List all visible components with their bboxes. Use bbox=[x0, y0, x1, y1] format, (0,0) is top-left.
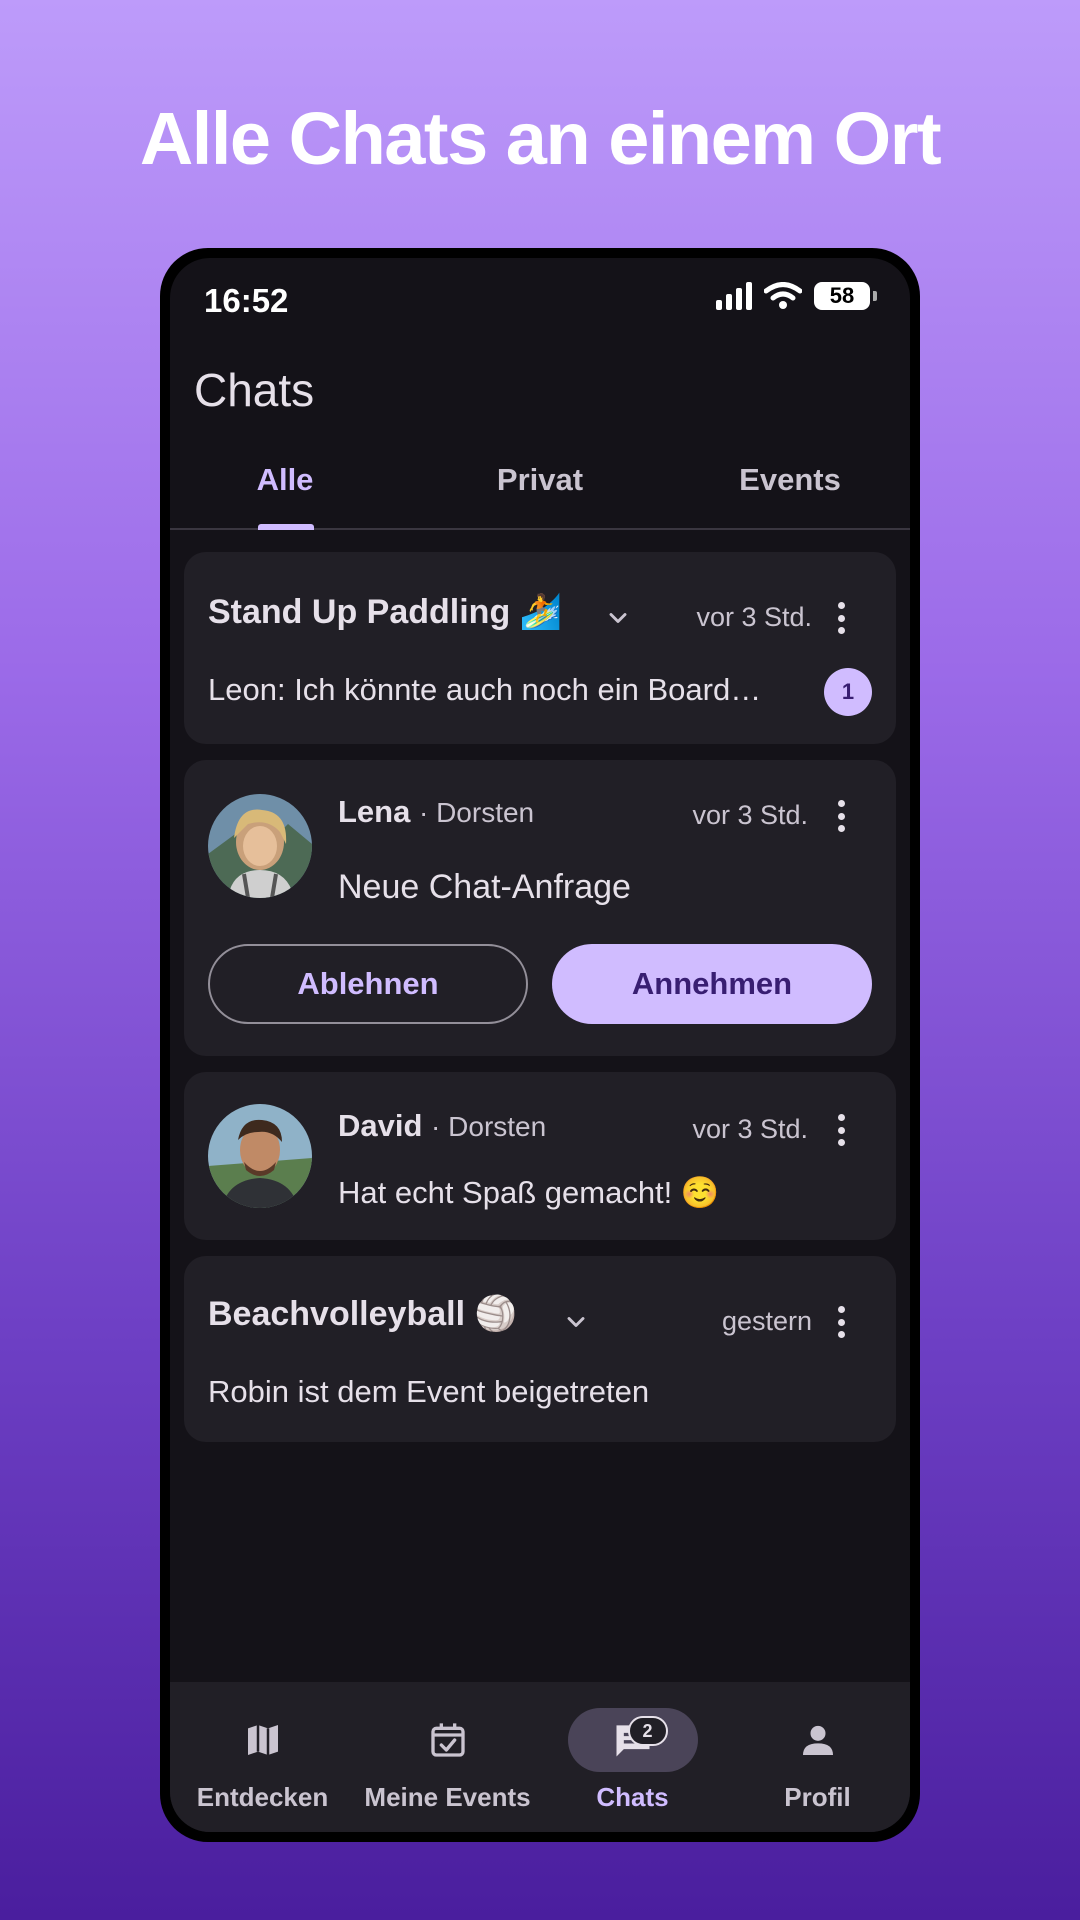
accept-button[interactable]: Annehmen bbox=[552, 944, 872, 1024]
status-icons: 58 bbox=[716, 282, 877, 310]
nav-profil[interactable]: Profil bbox=[725, 1682, 910, 1832]
phone-frame: 16:52 58 Chats Alle Privat Events Stand … bbox=[160, 248, 920, 1842]
chat-time: vor 3 Std. bbox=[696, 602, 812, 632]
chat-card-stand-up-paddling[interactable]: Stand Up Paddling 🏄 vor 3 Std. Leon: Ich… bbox=[184, 552, 896, 744]
chat-time: vor 3 Std. bbox=[692, 800, 808, 830]
status-bar: 16:52 58 bbox=[170, 258, 910, 338]
signal-icon bbox=[716, 282, 752, 310]
sender-name: David bbox=[338, 1108, 423, 1143]
chat-title-text: Beachvolleyball bbox=[208, 1295, 466, 1333]
chat-title: Stand Up Paddling 🏄 bbox=[208, 592, 562, 632]
chat-time: vor 3 Std. bbox=[692, 1114, 808, 1144]
wifi-icon bbox=[764, 282, 802, 309]
chat-tabs: Alle Privat Events bbox=[170, 434, 910, 530]
tab-events[interactable]: Events bbox=[680, 434, 900, 526]
chat-card-david[interactable]: David · Dorsten vor 3 Std. Hat echt Spaß… bbox=[184, 1072, 896, 1240]
chat-sender: David · Dorsten bbox=[338, 1108, 546, 1144]
paddling-emoji: 🏄 bbox=[519, 593, 563, 631]
nav-label: Meine Events bbox=[364, 1782, 531, 1812]
tab-indicator bbox=[258, 524, 314, 530]
tab-privat[interactable]: Privat bbox=[420, 434, 660, 526]
nav-label: Chats bbox=[596, 1782, 669, 1812]
chevron-down-icon[interactable] bbox=[604, 604, 632, 632]
chat-last-message: Leon: Ich könnte auch noch ein Board… bbox=[208, 672, 762, 707]
more-options-icon[interactable] bbox=[826, 796, 856, 836]
calendar-check-icon bbox=[383, 1708, 513, 1772]
chat-request-text: Neue Chat-Anfrage bbox=[338, 868, 631, 906]
app-screen: 16:52 58 Chats Alle Privat Events Stand … bbox=[170, 258, 910, 1832]
chevron-down-icon[interactable] bbox=[562, 1308, 590, 1336]
chat-title: Beachvolleyball 🏐 bbox=[208, 1294, 517, 1334]
battery-icon: 58 bbox=[814, 282, 877, 310]
person-icon bbox=[753, 1708, 883, 1772]
tab-alle[interactable]: Alle bbox=[170, 434, 400, 526]
nav-label: Entdecken bbox=[196, 1782, 329, 1812]
chat-last-message: Robin ist dem Event beigetreten bbox=[208, 1374, 650, 1409]
unread-badge: 1 bbox=[824, 668, 872, 716]
more-options-icon[interactable] bbox=[826, 1110, 856, 1150]
chat-sender: Lena · Dorsten bbox=[338, 794, 534, 830]
chat-card-lena[interactable]: Lena · Dorsten vor 3 Std. Neue Chat-Anfr… bbox=[184, 760, 896, 1056]
status-time: 16:52 bbox=[204, 282, 289, 319]
nav-meine-events[interactable]: Meine Events bbox=[355, 1682, 540, 1832]
volleyball-emoji: 🏐 bbox=[474, 1295, 517, 1333]
nav-label: Profil bbox=[784, 1782, 851, 1812]
headline: Alle Chats an einem Ort bbox=[139, 97, 942, 180]
chat-last-message: Hat echt Spaß gemacht! ☺️ bbox=[338, 1175, 720, 1210]
avatar-david bbox=[208, 1104, 312, 1208]
chat-title-text: Stand Up Paddling bbox=[208, 593, 511, 631]
nav-entdecken[interactable]: Entdecken bbox=[170, 1682, 355, 1832]
nav-chats[interactable]: 2 Chats bbox=[540, 1682, 725, 1832]
more-options-icon[interactable] bbox=[826, 1302, 856, 1342]
bottom-navigation: Entdecken Meine Events 2 Chats Profil bbox=[170, 1682, 910, 1832]
chat-card-beachvolleyball[interactable]: Beachvolleyball 🏐 gestern Robin ist dem … bbox=[184, 1256, 896, 1442]
chat-count-badge: 2 bbox=[627, 1716, 668, 1746]
sender-name: Lena bbox=[338, 794, 411, 829]
map-icon bbox=[198, 1708, 328, 1772]
chat-time: gestern bbox=[721, 1306, 812, 1336]
decline-button[interactable]: Ablehnen bbox=[208, 944, 528, 1024]
sender-location: · Dorsten bbox=[418, 797, 535, 828]
chat-icon: 2 bbox=[567, 1708, 698, 1772]
page-title: Chats bbox=[194, 364, 315, 416]
more-options-icon[interactable] bbox=[826, 598, 856, 638]
sender-location: · Dorsten bbox=[431, 1111, 547, 1142]
avatar-lena bbox=[208, 794, 312, 898]
